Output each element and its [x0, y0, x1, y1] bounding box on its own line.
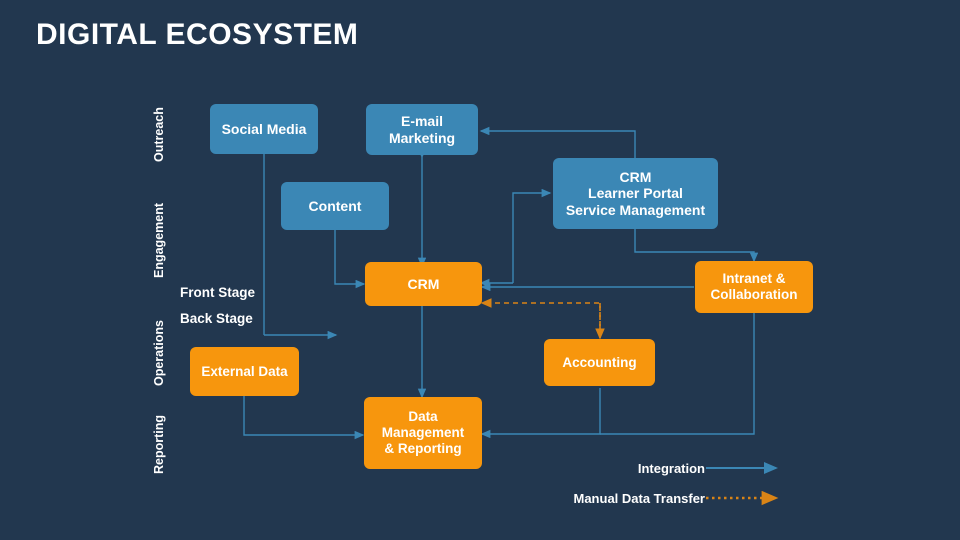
node-data-management-reporting[interactable]: Data Management & Reporting [364, 397, 482, 469]
node-social-media[interactable]: Social Media [210, 104, 318, 154]
node-email-marketing-label: E-mail Marketing [388, 112, 456, 146]
node-email-marketing[interactable]: E-mail Marketing [366, 104, 478, 155]
diagram-canvas: DIGITAL ECOSYSTEM Outreach Engagement Op… [0, 0, 960, 540]
legend-label-integration: Integration [637, 461, 705, 476]
node-crm-label: CRM [407, 275, 440, 292]
node-accounting-label: Accounting [562, 354, 637, 370]
band-label-engagement: Engagement [152, 202, 166, 278]
band-label-operations: Operations [152, 320, 166, 386]
node-crm[interactable]: CRM [365, 262, 482, 306]
node-crm-learner-portal-label: CRM Learner Portal Service Management [565, 168, 706, 218]
node-data-management-reporting-label: Data Management & Reporting [381, 409, 465, 456]
node-intranet-collaboration-label: Intranet & Collaboration [710, 271, 798, 302]
node-accounting[interactable]: Accounting [544, 339, 655, 386]
legend-manual-arrow-icon [706, 490, 779, 506]
wire-crm-up-to-portal [512, 188, 552, 283]
node-content[interactable]: Content [281, 182, 389, 230]
wire-accounting-to-dm [480, 388, 601, 439]
node-intranet-collaboration[interactable]: Intranet & Collaboration [695, 261, 813, 313]
legend-integration-arrow-icon [706, 462, 778, 474]
node-social-media-label: Social Media [221, 120, 307, 137]
band-label-reporting: Reporting [152, 414, 166, 474]
node-content-label: Content [308, 197, 362, 214]
wire-portal-to-email [479, 126, 636, 158]
legend-label-manual-data-transfer: Manual Data Transfer [573, 491, 706, 506]
wire-manual-accounting-to-crm [480, 298, 601, 338]
wire-external-to-dm [243, 396, 365, 440]
wire-content-to-crm [334, 230, 366, 289]
node-external-data[interactable]: External Data [190, 347, 299, 396]
stage-label-front-stage: Front Stage [180, 285, 256, 300]
wire-portal-to-intranet [634, 229, 759, 263]
node-crm-learner-portal[interactable]: CRM Learner Portal Service Management [553, 158, 718, 229]
stage-label-back-stage: Back Stage [180, 311, 253, 326]
node-external-data-label: External Data [201, 363, 288, 379]
page-title: DIGITAL ECOSYSTEM [36, 18, 359, 51]
band-label-outreach: Outreach [152, 107, 166, 162]
